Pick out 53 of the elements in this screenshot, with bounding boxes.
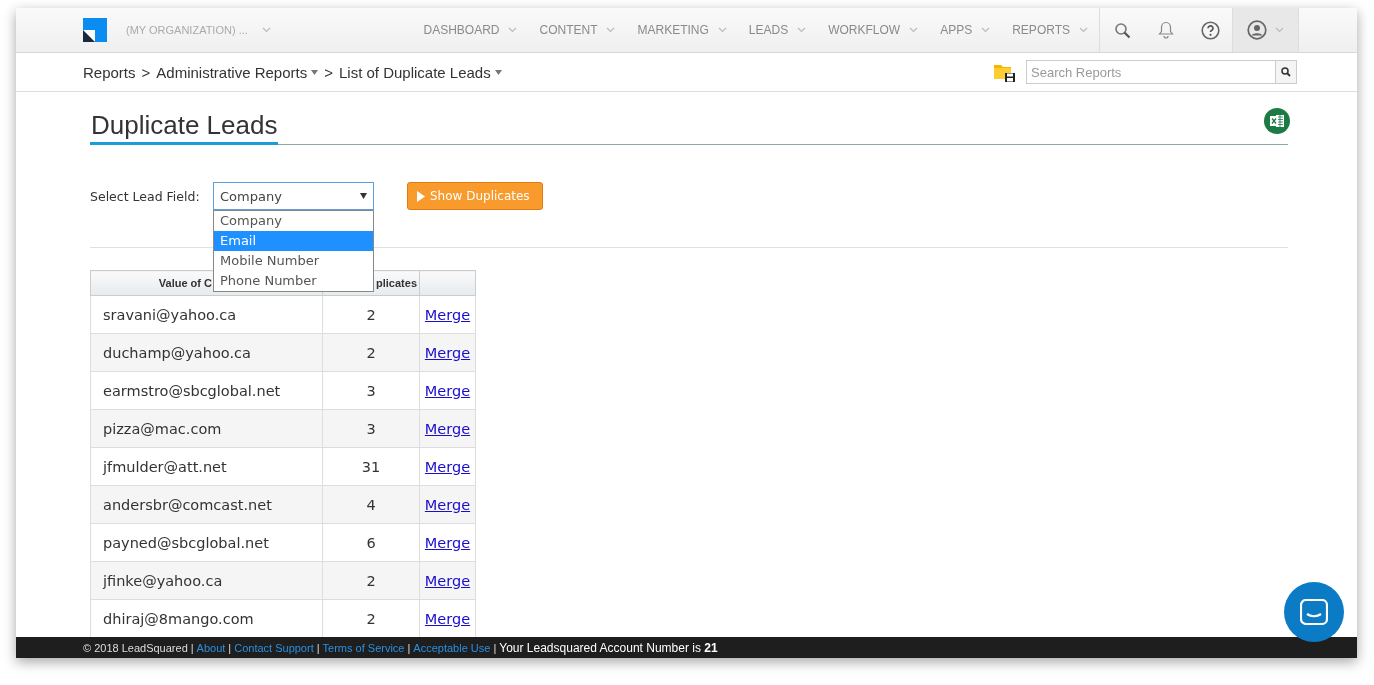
dropdown-option[interactable]: Company [214, 211, 373, 231]
logo-icon[interactable] [83, 18, 107, 42]
dropdown-option[interactable]: Phone Number [214, 271, 373, 291]
user-menu[interactable] [1232, 8, 1299, 52]
footer-link[interactable]: Acceptable Use [413, 642, 491, 654]
organization-name: (MY ORGANIZATION) ... [126, 24, 248, 36]
column-header: Value of C [158, 277, 212, 289]
table-cell: duchamp@yahoo.ca [90, 333, 323, 372]
search-icon[interactable] [1281, 67, 1291, 77]
search-button[interactable] [1276, 60, 1297, 84]
account-number-note: Your Leadsquared Account Number is 21 [499, 641, 718, 655]
table-cell: 2 [322, 333, 420, 372]
table-cell: 3 [322, 371, 420, 410]
footer-link[interactable]: About [196, 642, 226, 654]
separator: | [493, 642, 497, 654]
table-cell: andersbr@comcast.net [90, 485, 323, 524]
table-cell: earmstro@sbcglobal.net [90, 371, 323, 410]
table-cell: 2 [322, 561, 420, 600]
table-cell: 31 [322, 447, 420, 486]
breadcrumb-separator: > [324, 63, 333, 81]
page-title: Duplicate Leads [90, 109, 279, 145]
excel-export-icon[interactable] [1264, 108, 1290, 134]
table-cell: 3 [322, 409, 420, 448]
column-header: plicates [376, 277, 417, 289]
play-icon [417, 190, 425, 202]
separator: | [190, 642, 194, 654]
table-cell: 2 [322, 295, 420, 334]
table-cell: 4 [322, 485, 420, 524]
lead-field-dropdown[interactable]: Company [213, 182, 374, 210]
separator: | [228, 642, 232, 654]
copyright-text: © 2018 LeadSquared [83, 642, 188, 654]
avatar-icon[interactable] [1247, 20, 1267, 40]
table-cell: jfmulder@att.net [90, 447, 323, 486]
separator: | [407, 642, 411, 654]
breadcrumb-link[interactable]: List of Duplicate Leads [338, 63, 491, 81]
table-cell: pizza@mac.com [90, 409, 323, 448]
breadcrumb-link[interactable]: Reports [83, 63, 136, 81]
table-cell: payned@sbcglobal.net [90, 523, 323, 562]
table-cell: jfinke@yahoo.ca [90, 561, 323, 600]
breadcrumb-separator: > [141, 63, 151, 81]
caret-icon[interactable] [360, 193, 367, 199]
folder-save-icon[interactable] [994, 62, 1016, 82]
search-field[interactable]: Search Reports [1026, 60, 1276, 84]
field-label: Select Lead Field: [90, 188, 201, 204]
chat-button[interactable] [1284, 582, 1344, 642]
dropdown-option[interactable]: Mobile Number [214, 251, 373, 271]
footer-link[interactable]: Terms of Service [322, 642, 405, 654]
chat-icon[interactable] [1300, 599, 1328, 625]
table-cell: 6 [322, 523, 420, 562]
footer-link[interactable]: Contact Support [234, 642, 314, 654]
breadcrumb-link[interactable]: Administrative Reports [156, 63, 308, 81]
table-cell: sravani@yahoo.ca [90, 295, 323, 334]
separator: | [316, 642, 320, 654]
